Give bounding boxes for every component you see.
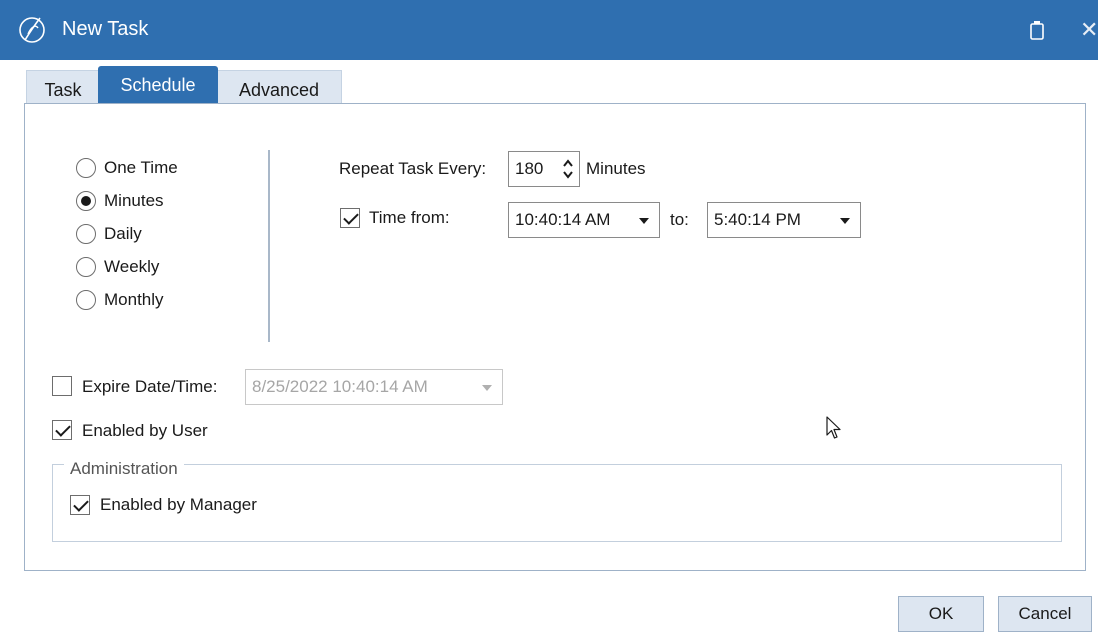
- window-title: New Task: [62, 18, 149, 40]
- vertical-divider: [268, 150, 270, 342]
- expire-checkbox[interactable]: [52, 376, 72, 396]
- radio-button[interactable]: [76, 257, 96, 277]
- repeat-label: Repeat Task Every:: [339, 159, 487, 178]
- expire-datetime-value: 8/25/2022 10:40:14 AM: [252, 377, 428, 396]
- radio-one-time[interactable]: One Time: [76, 156, 178, 180]
- repeat-interval-value[interactable]: 180: [515, 159, 543, 179]
- title-bar: New Task ✕: [0, 0, 1098, 60]
- radio-daily[interactable]: Daily: [76, 222, 142, 246]
- radio-label: Weekly: [104, 257, 160, 276]
- radio-label: One Time: [104, 158, 178, 177]
- radio-button[interactable]: [76, 224, 96, 244]
- radio-button[interactable]: [76, 290, 96, 310]
- radio-button-selected[interactable]: [76, 191, 96, 211]
- enabled-by-user-checkbox[interactable]: [52, 420, 72, 440]
- repeat-interval-stepper[interactable]: 180: [508, 151, 580, 187]
- enabled-by-user-label: Enabled by User: [82, 421, 208, 440]
- enabled-by-manager-label: Enabled by Manager: [100, 495, 257, 514]
- time-to-select[interactable]: 5:40:14 PM: [707, 202, 861, 238]
- expire-label: Expire Date/Time:: [82, 377, 218, 396]
- ok-button[interactable]: OK: [898, 596, 984, 632]
- radio-label: Monthly: [104, 290, 164, 309]
- restore-icon[interactable]: [1030, 20, 1044, 40]
- cancel-button[interactable]: Cancel: [998, 596, 1092, 632]
- close-icon[interactable]: ✕: [1080, 19, 1098, 41]
- radio-label: Minutes: [104, 191, 164, 210]
- mouse-pointer-icon: [826, 416, 841, 439]
- tab-task[interactable]: Task: [26, 70, 100, 104]
- radio-monthly[interactable]: Monthly: [76, 288, 164, 312]
- enabled-by-manager-checkbox[interactable]: [70, 495, 90, 515]
- time-from-value: 10:40:14 AM: [515, 210, 611, 229]
- radio-label: Daily: [104, 224, 142, 243]
- administration-legend: Administration: [64, 459, 184, 479]
- chevron-down-icon[interactable]: [639, 218, 649, 224]
- radio-minutes[interactable]: Minutes: [76, 189, 164, 213]
- tab-schedule[interactable]: Schedule: [98, 66, 218, 104]
- time-from-select[interactable]: 10:40:14 AM: [508, 202, 660, 238]
- time-to-value: 5:40:14 PM: [714, 210, 801, 229]
- spin-arrows-icon[interactable]: [561, 155, 575, 183]
- repeat-unit-label: Minutes: [586, 159, 646, 178]
- time-from-checkbox[interactable]: [340, 208, 360, 228]
- chevron-down-icon[interactable]: [482, 385, 492, 391]
- expire-datetime-select[interactable]: 8/25/2022 10:40:14 AM: [245, 369, 503, 405]
- radio-button[interactable]: [76, 158, 96, 178]
- app-logo-icon: [19, 17, 45, 43]
- time-to-label: to:: [670, 210, 689, 229]
- tab-advanced[interactable]: Advanced: [216, 70, 342, 104]
- chevron-down-icon[interactable]: [840, 218, 850, 224]
- time-from-label: Time from:: [369, 208, 450, 227]
- radio-weekly[interactable]: Weekly: [76, 255, 159, 279]
